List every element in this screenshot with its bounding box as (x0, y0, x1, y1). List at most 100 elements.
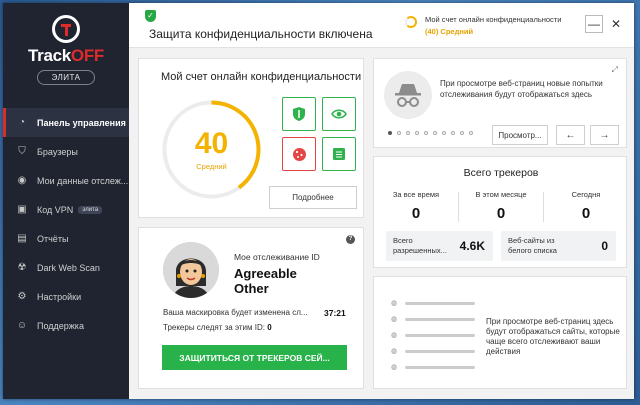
sidebar-item-browsers[interactable]: ⛉ Браузеры (3, 137, 129, 166)
dark-web-icon: ☢ (17, 262, 27, 273)
allowed-label: Всего разрешенных... (393, 236, 447, 255)
spy-icon (384, 71, 432, 119)
tile-eye[interactable] (322, 97, 356, 131)
eye-icon (331, 109, 347, 119)
stat-all-time: За все время 0 (374, 190, 458, 222)
gear-icon: ⚙ (17, 291, 27, 302)
stat-value: 0 (411, 205, 421, 222)
top-header: ✓ Защита конфиденциальности включена Мой… (129, 3, 634, 48)
placeholder-bar (405, 301, 475, 305)
placeholder-row: ◍ (391, 315, 475, 323)
placeholder-bar (405, 349, 475, 353)
stat-label: За все время (392, 190, 440, 199)
sidebar-item-my-data[interactable]: ◉ Мои данные отслеж... (3, 166, 129, 195)
eye-icon: ◉ (17, 175, 27, 186)
avatar (163, 242, 219, 298)
stat-label: В этом месяце (475, 190, 527, 199)
stat-label: Сегодня (571, 190, 601, 199)
placeholder-row: ◍ (391, 347, 475, 355)
carousel-dot[interactable] (460, 131, 464, 135)
help-icon[interactable]: ? (346, 235, 355, 244)
sidebar-item-label: Dark Web Scan (37, 262, 100, 273)
carousel-dot[interactable] (424, 131, 428, 135)
card-title: Всего трекеров (463, 167, 539, 179)
whitelist-total[interactable]: Веб-сайты из белого списка 0 (501, 231, 616, 261)
sidebar-item-dark-web-scan[interactable]: ☢ Dark Web Scan (3, 253, 129, 282)
view-button[interactable]: Просмотр... (492, 125, 548, 145)
card-title: Мой счет онлайн конфиденциальности (161, 71, 361, 83)
protect-now-button[interactable]: ЗАЩИТИТЬСЯ ОТ ТРЕКЕРОВ СЕЙ... (162, 345, 347, 370)
tile-shield[interactable] (282, 97, 316, 131)
carousel-dot[interactable] (442, 131, 446, 135)
stat-value: 0 (496, 205, 506, 222)
vpn-icon: ▣ (17, 204, 27, 215)
tracking-id-card: ? Мое отслеживание ID Agreeable Other Ва… (138, 227, 364, 389)
trackers-following-label: Трекеры следят за этим ID: (163, 323, 265, 332)
dashboard-icon: ◔ (18, 117, 26, 128)
globe-icon: ◍ (391, 364, 398, 371)
minimize-button[interactable]: — (585, 15, 603, 33)
sidebar: TrackOFF ЭЛИТА ◔ Панель управления ⛉ Бра… (3, 3, 129, 399)
elite-badge: элита (78, 205, 103, 214)
placeholder-bar (405, 333, 475, 337)
sidebar-item-label: Отчёты (37, 233, 69, 244)
stat-value: 0 (581, 205, 591, 222)
incognito-icon (395, 84, 421, 107)
tile-list[interactable] (322, 137, 356, 171)
avatar-illustration (163, 242, 219, 298)
globe-icon: ◍ (391, 348, 398, 355)
privacy-score-card: Мой счет онлайн конфиденциальности 40 Ср… (138, 58, 364, 218)
tracking-id-name: Agreeable Other (234, 266, 297, 296)
cookie-icon (292, 147, 306, 161)
placeholder-bar (405, 317, 475, 321)
carousel-dot[interactable] (451, 131, 455, 135)
stat-today: Сегодня 0 (544, 190, 628, 222)
sidebar-item-label: Настройки (37, 291, 82, 302)
prev-arrow-button[interactable]: ← (556, 125, 585, 145)
carousel-dot[interactable] (469, 131, 473, 135)
tracker-attempts-card: При просмотре веб-страниц новые попытки … (373, 58, 627, 148)
logo-wordmark: TrackOFF (3, 46, 129, 66)
shield-icon (293, 107, 305, 121)
score-ring-icon (405, 16, 417, 28)
list-icon (333, 148, 345, 160)
next-arrow-button[interactable]: → (590, 125, 619, 145)
allowed-total[interactable]: Всего разрешенных... 4.6K (386, 231, 493, 261)
support-icon: ☺ (16, 320, 28, 331)
sidebar-item-vpn[interactable]: ▣ Код VPN элита (3, 195, 129, 224)
logo-off-text: OFF (70, 46, 105, 65)
carousel-dot[interactable] (388, 131, 392, 135)
top-tracking-sites-card: ◍ ◍ ◍ ◍ ◍ При просмотре веб-страниц здес… (373, 276, 627, 389)
carousel-dot[interactable] (433, 131, 437, 135)
account-score-value: (40) Средний (425, 27, 474, 36)
whitelist-label: Веб-сайты из белого списка (508, 236, 557, 255)
whitelist-value: 0 (601, 239, 608, 253)
placeholder-row: ◍ (391, 363, 475, 371)
sidebar-item-reports[interactable]: ▤ Отчёты (3, 224, 129, 253)
score-label: Средний (196, 162, 227, 171)
expand-icon[interactable]: ⤢ (612, 65, 618, 75)
score-number: 40 (194, 127, 229, 160)
carousel-dot[interactable] (406, 131, 410, 135)
shield-check-icon: ✓ (145, 10, 156, 22)
allowed-value: 4.6K (459, 239, 485, 253)
carousel-dot[interactable] (397, 131, 401, 135)
sidebar-item-label: Браузеры (37, 146, 78, 157)
sidebar-item-dashboard[interactable]: ◔ Панель управления (3, 108, 129, 137)
trackers-following-value: 0 (267, 323, 272, 332)
sidebar-item-support[interactable]: ☺ Поддержка (3, 311, 129, 340)
tracking-id-label: Мое отслеживание ID (234, 252, 320, 262)
carousel-dot[interactable] (415, 131, 419, 135)
close-button[interactable]: ✕ (607, 15, 625, 33)
sidebar-item-label: Поддержка (37, 320, 84, 331)
shield-icon: ⛉ (18, 146, 26, 157)
tracker-info-text: При просмотре веб-страниц новые попытки … (440, 79, 603, 99)
tile-cookie[interactable] (282, 137, 316, 171)
details-button[interactable]: Подробнее (269, 186, 357, 209)
trackers-following-row: Трекеры следят за этим ID: 0 (163, 323, 272, 332)
sidebar-item-settings[interactable]: ⚙ Настройки (3, 282, 129, 311)
total-trackers-card: Всего трекеров За все время 0 В этом мес… (373, 156, 627, 268)
globe-icon: ◍ (391, 300, 398, 307)
report-icon: ▤ (17, 233, 27, 244)
sidebar-item-label: Мои данные отслеж... (37, 175, 129, 186)
